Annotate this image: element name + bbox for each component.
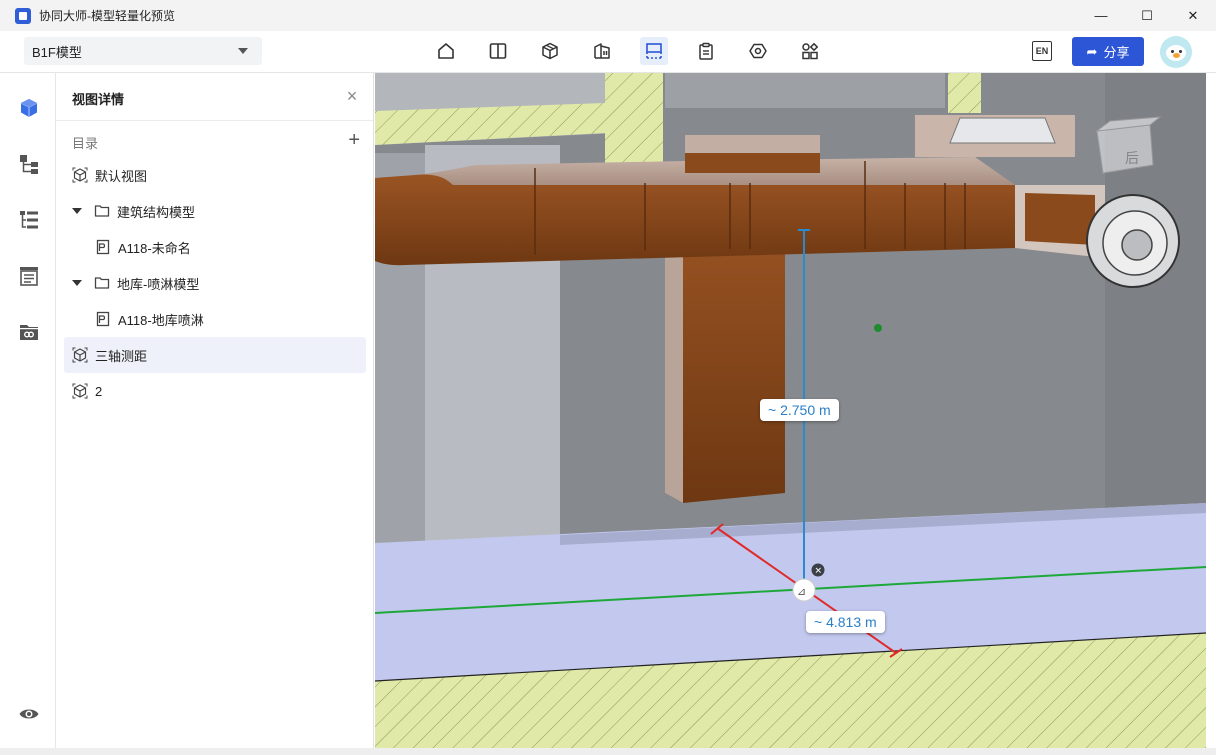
duct-riser-side (685, 153, 820, 173)
rail-model-button[interactable] (18, 97, 40, 119)
settings-hex-button[interactable] (744, 37, 772, 65)
folder-icon (94, 275, 110, 291)
title-bar: 协同大师-模型轻量化预览 — ☐ ✕ (0, 0, 1216, 31)
ceiling-beam (665, 73, 945, 108)
view-cube-icon (72, 347, 88, 363)
share-button[interactable]: ➦ 分享 (1072, 37, 1144, 66)
left-rail (0, 73, 56, 748)
sheet-icon (95, 311, 111, 327)
folder-icon (94, 203, 110, 219)
duct-transition-flange (1025, 193, 1095, 245)
fan-hub (1121, 229, 1153, 261)
minimize-button[interactable]: — (1078, 0, 1124, 31)
folder-link-icon (20, 325, 38, 340)
panel-title: 视图详情 (72, 92, 125, 107)
avatar[interactable] (1160, 36, 1192, 68)
tree-item-6[interactable]: 三轴测距 (64, 337, 366, 373)
tree-item-7[interactable]: 2 (64, 373, 366, 409)
section-box-icon (646, 43, 662, 59)
share-arrow-icon: ➦ (1086, 43, 1098, 59)
caret-down-icon[interactable] (72, 280, 82, 286)
window-controls: — ☐ ✕ (1078, 0, 1216, 31)
app-logo-icon (15, 7, 31, 24)
tree-item-3[interactable]: A118-未命名 (64, 229, 366, 265)
measure-point[interactable] (874, 324, 882, 332)
tree-item-label: 建筑结构模型 (117, 204, 196, 220)
chevron-down-icon (238, 48, 248, 54)
close-icon[interactable]: × (343, 87, 361, 105)
language-toggle-button[interactable]: EN (1032, 41, 1052, 61)
close-small-icon: ✕ (815, 567, 823, 577)
settings-hex-icon (749, 43, 767, 59)
rail-folder-link-button[interactable] (18, 321, 40, 343)
app-window: 协同大师-模型轻量化预览 — ☐ ✕ B1F模型 EN ➦ 分享 视图详情 × … (0, 0, 1216, 755)
bottom-strip (0, 748, 1216, 755)
components-button[interactable] (796, 37, 824, 65)
view-cube-icon (72, 167, 88, 183)
tree-item-label: 2 (95, 383, 103, 399)
maximize-button[interactable]: ☐ (1124, 0, 1170, 31)
building-icon (594, 43, 610, 59)
axis-origin-icon: ⊿ (797, 585, 806, 598)
hatched-column-top-right (948, 73, 981, 113)
add-view-button[interactable]: + (348, 130, 360, 150)
model-select[interactable]: B1F模型 (24, 37, 262, 65)
split-view-icon (489, 43, 507, 59)
clipboard-button[interactable] (692, 37, 720, 65)
rail-list-tree-button[interactable] (18, 209, 40, 231)
tree-item-label: 默认视图 (95, 168, 148, 184)
sheet-icon (95, 239, 111, 255)
section-box-button[interactable] (640, 37, 668, 65)
model-select-value: B1F模型 (32, 44, 82, 60)
list-tree-icon (20, 211, 38, 229)
cube-icon (20, 99, 38, 117)
home-icon (438, 43, 454, 59)
view-details-panel: 视图详情 × 目录 + 默认视图建筑结构模型 A118-未命名 地库-喷淋模型 A11… (56, 73, 374, 748)
split-view-button[interactable] (484, 37, 512, 65)
building-button[interactable] (588, 37, 616, 65)
avatar-beak (1173, 53, 1180, 58)
components-icon (802, 42, 819, 60)
tree-item-label: 地库-喷淋模型 (117, 276, 200, 292)
rail-hierarchy-button[interactable] (18, 153, 40, 175)
model-box-button[interactable] (536, 37, 564, 65)
hierarchy-icon (20, 155, 38, 174)
directory-label: 目录 (72, 136, 99, 151)
3d-viewport[interactable]: 后 ⊿ ✕ ~ 2.750 m ~ 4.813 m (375, 73, 1206, 748)
tool-icons (432, 37, 848, 67)
air-vent-grille (949, 117, 1056, 144)
tree-item-1[interactable]: 默认视图 (64, 157, 366, 193)
close-window-button[interactable]: ✕ (1170, 0, 1216, 31)
view-cube-icon (72, 383, 88, 399)
rail-visibility-button[interactable] (18, 703, 40, 725)
tree-item-4[interactable]: 地库-喷淋模型 (64, 265, 366, 301)
panel-header: 视图详情 × (56, 73, 373, 121)
main-toolbar: B1F模型 EN ➦ 分享 (0, 31, 1216, 73)
view-cube-label: 后 (1125, 151, 1139, 167)
measure-label-vertical: ~ 2.750 m (760, 399, 839, 421)
window-title: 协同大师-模型轻量化预览 (39, 9, 175, 23)
avatar-eye (1179, 50, 1182, 53)
rail-document-list-button[interactable] (18, 265, 40, 287)
clipboard-icon (699, 42, 713, 60)
document-list-icon (20, 267, 38, 286)
tree-item-label: A118-未命名 (118, 240, 191, 256)
home-button[interactable] (432, 37, 460, 65)
eye-icon (19, 709, 39, 719)
tree-item-5[interactable]: A118-地库喷淋 (64, 301, 366, 337)
tree-item-2[interactable]: 建筑结构模型 (64, 193, 366, 229)
tree-item-label: A118-地库喷淋 (118, 312, 204, 328)
caret-down-icon[interactable] (72, 208, 82, 214)
share-button-label: 分享 (1103, 45, 1130, 60)
model-box-icon (542, 42, 558, 60)
measure-label-horizontal: ~ 4.813 m (806, 611, 885, 633)
tree-item-label: 三轴测距 (95, 348, 148, 364)
directory-row: 目录 + (72, 130, 360, 153)
